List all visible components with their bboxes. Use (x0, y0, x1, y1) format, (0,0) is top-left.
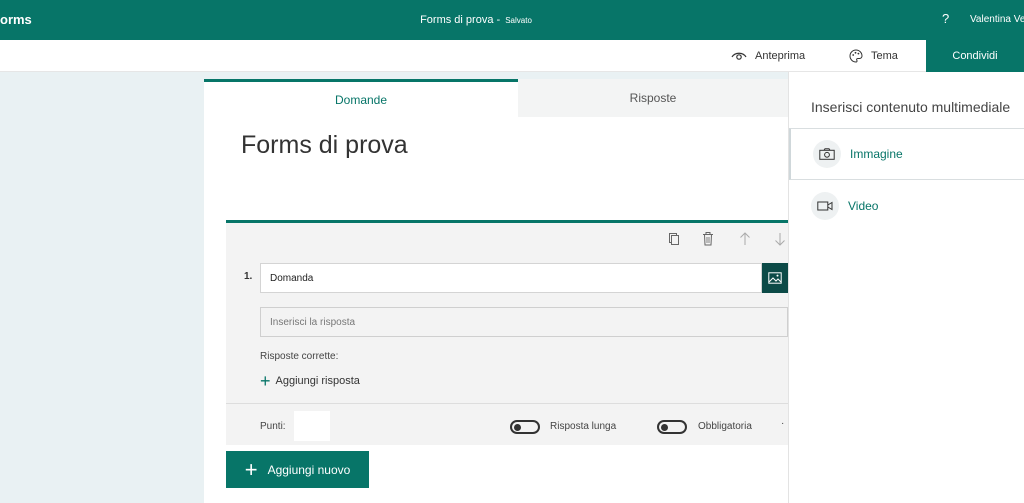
theme-button[interactable]: Tema (849, 40, 898, 72)
move-up-icon[interactable] (737, 231, 753, 247)
delete-icon[interactable] (700, 231, 716, 247)
title-separator: - (493, 14, 504, 26)
plus-icon: + (244, 456, 258, 482)
add-answer-label: Aggiungi risposta (275, 375, 360, 387)
save-status: Salvato (505, 16, 532, 25)
copy-icon[interactable] (666, 231, 682, 247)
add-answer-button[interactable]: + Aggiungi risposta (260, 371, 360, 391)
move-down-icon[interactable] (772, 231, 788, 247)
required-toggle[interactable] (657, 420, 687, 434)
insert-video-option[interactable]: Video (789, 180, 1024, 232)
palette-icon (849, 49, 863, 63)
tab-responses[interactable]: Risposte (518, 79, 788, 117)
points-label: Punti: (260, 421, 286, 432)
camera-icon (813, 140, 841, 168)
top-bar: orms Forms di prova - Salvato ? Valentin… (0, 0, 1024, 40)
form-card: Domande Risposte Forms di prova 1. Doman… (204, 79, 788, 503)
question-number: 1. (244, 271, 253, 282)
tab-questions[interactable]: Domande (204, 79, 518, 117)
tab-responses-label: Risposte (629, 91, 677, 105)
question-card[interactable]: 1. Domanda Risposte corrette: + Aggiungi… (226, 220, 788, 445)
insert-media-button[interactable] (762, 263, 788, 293)
media-panel-title: Inserisci contenuto multimediale (811, 99, 1011, 115)
form-tabs: Domande Risposte (204, 79, 788, 117)
form-title[interactable]: Forms di prova (241, 131, 408, 160)
correct-answers-label: Risposte corrette: (260, 351, 339, 362)
help-icon[interactable]: ? (942, 11, 949, 26)
share-label: Condividi (952, 50, 998, 62)
question-footer: Punti: Risposta lunga Obbligatoria · (226, 403, 788, 445)
insert-image-label: Immagine (850, 147, 903, 161)
points-input[interactable] (294, 411, 330, 441)
question-text-input[interactable]: Domanda (260, 263, 762, 293)
insert-video-label: Video (848, 199, 879, 213)
add-new-button[interactable]: + Aggiungi nuovo (226, 451, 369, 488)
media-panel: Inserisci contenuto multimediale Immagin… (788, 72, 1024, 503)
command-bar: Anteprima Tema Condividi (0, 40, 1024, 72)
canvas-background (0, 72, 204, 503)
insert-image-option[interactable]: Immagine (789, 128, 1024, 180)
image-icon (768, 272, 782, 284)
tab-questions-label: Domande (334, 92, 388, 107)
video-camera-icon (811, 192, 839, 220)
answer-input[interactable] (260, 307, 788, 337)
more-options-icon[interactable]: · (781, 418, 784, 429)
theme-label: Tema (871, 50, 898, 62)
document-title: Forms di prova - Salvato (0, 14, 952, 26)
eye-icon (731, 52, 747, 60)
preview-button[interactable]: Anteprima (731, 40, 805, 72)
long-answer-toggle[interactable] (510, 420, 540, 434)
required-label: Obbligatoria (698, 421, 752, 432)
document-title-text: Forms di prova (420, 14, 494, 26)
plus-icon: + (260, 371, 271, 391)
preview-label: Anteprima (755, 50, 806, 62)
user-name[interactable]: Valentina Ve (970, 14, 1024, 25)
add-new-label: Aggiungi nuovo (267, 462, 351, 477)
share-button[interactable]: Condividi (926, 40, 1024, 72)
long-answer-label: Risposta lunga (550, 421, 617, 432)
